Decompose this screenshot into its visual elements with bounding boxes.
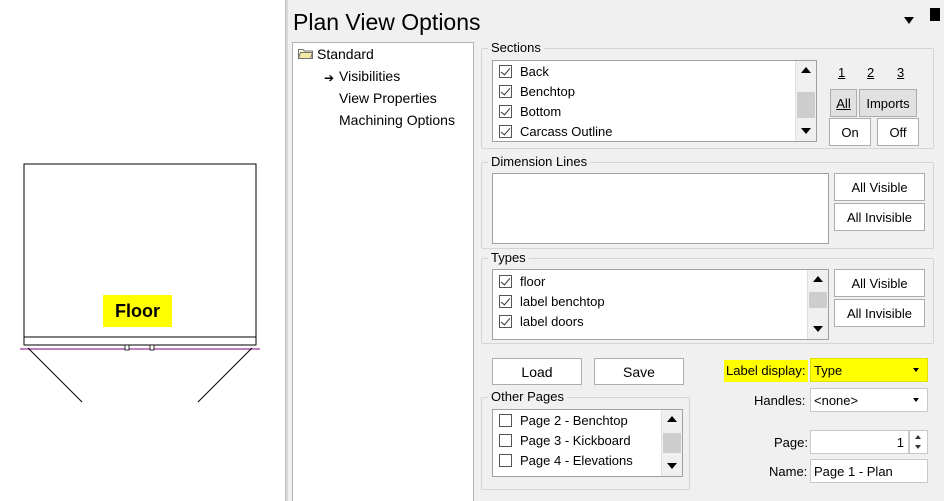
panel-menu-icon[interactable] xyxy=(904,17,914,24)
dimension-all-visible-button[interactable]: All Visible xyxy=(834,173,925,201)
spin-down-icon[interactable] xyxy=(915,445,921,449)
checkbox-label-doors[interactable] xyxy=(499,314,512,328)
scroll-thumb[interactable] xyxy=(809,292,827,308)
tree-item-visibilities[interactable]: Visibilities xyxy=(339,68,400,84)
label-display-select[interactable]: Type xyxy=(810,358,928,382)
tree-item-view-properties[interactable]: View Properties xyxy=(339,90,437,106)
all-button[interactable]: All xyxy=(830,89,857,117)
load-button[interactable]: Load xyxy=(492,358,582,385)
handles-value: <none> xyxy=(814,392,859,408)
checkbox-floor[interactable] xyxy=(499,274,512,288)
scroll-up-icon[interactable] xyxy=(808,270,828,290)
checkbox-page-3[interactable] xyxy=(499,433,512,447)
on-button[interactable]: On xyxy=(829,118,871,146)
list-item[interactable]: Page 3 - Kickboard xyxy=(499,430,631,450)
other-pages-scrollbar[interactable] xyxy=(661,410,682,476)
dimension-lines-group: Dimension Lines All Visible All Invisibl… xyxy=(481,154,934,249)
plan-view-options-panel: Plan View Options Standard ➔ Visibilitie… xyxy=(288,0,944,501)
types-group: Types floor label benchtop label doors A… xyxy=(481,250,934,344)
list-item-label: floor xyxy=(520,273,546,289)
panel-title: Plan View Options xyxy=(293,9,481,35)
list-item-label: label benchtop xyxy=(520,293,605,309)
types-scrollbar[interactable] xyxy=(807,270,828,339)
tree-item-machining-options[interactable]: Machining Options xyxy=(339,112,455,128)
spin-up-icon[interactable] xyxy=(915,435,921,439)
list-item-label: Page 3 - Kickboard xyxy=(520,432,631,448)
floor-label[interactable]: Floor xyxy=(103,295,172,327)
dimension-all-invisible-button[interactable]: All Invisible xyxy=(834,203,925,231)
label-display-label: Label display: xyxy=(724,360,808,382)
name-label: Name: xyxy=(769,464,808,479)
dimension-lines-title: Dimension Lines xyxy=(488,154,591,169)
cabinet-drawing xyxy=(20,163,260,403)
list-item[interactable]: floor xyxy=(499,271,545,291)
handles-label: Handles: xyxy=(754,393,806,408)
list-item-label: Page 4 - Elevations xyxy=(520,452,633,468)
list-item-label: Back xyxy=(520,63,549,79)
other-pages-group: Other Pages Page 2 - Benchtop Page 3 - K… xyxy=(481,389,690,490)
scroll-up-icon[interactable] xyxy=(662,410,682,430)
page-link-1[interactable]: 1 xyxy=(838,65,845,80)
scroll-up-icon[interactable] xyxy=(796,61,816,81)
sections-list[interactable]: Back Benchtop Bottom Carcass Outline xyxy=(492,60,817,142)
scroll-thumb[interactable] xyxy=(797,92,815,118)
sections-title: Sections xyxy=(488,40,544,55)
imports-button[interactable]: Imports xyxy=(859,89,917,117)
sections-group: Sections Back Benchtop Bottom Carcass Ou… xyxy=(481,40,934,149)
list-item[interactable]: Benchtop xyxy=(499,81,575,101)
save-button[interactable]: Save xyxy=(594,358,684,385)
scroll-down-icon[interactable] xyxy=(796,121,816,141)
label-display-value: Type xyxy=(814,362,843,378)
scroll-down-icon[interactable] xyxy=(662,456,682,476)
checkbox-carcass-outline[interactable] xyxy=(499,124,512,138)
arrow-right-icon: ➔ xyxy=(324,71,335,85)
off-button[interactable]: Off xyxy=(877,118,919,146)
page-spinner[interactable] xyxy=(909,430,928,454)
page-input[interactable]: 1 xyxy=(810,430,909,454)
list-item[interactable]: Bottom xyxy=(499,101,561,121)
list-item-label: Page 2 - Benchtop xyxy=(520,412,628,428)
options-tree: Standard ➔ Visibilities View Properties … xyxy=(292,42,474,501)
page-link-3[interactable]: 3 xyxy=(897,65,904,80)
list-item[interactable]: label benchtop xyxy=(499,291,605,311)
list-item[interactable]: Back xyxy=(499,61,549,81)
list-item-label: Benchtop xyxy=(520,83,575,99)
list-item[interactable]: label doors xyxy=(499,311,584,331)
page-label: Page: xyxy=(774,435,808,450)
list-item-label: label doors xyxy=(520,313,584,329)
list-item[interactable]: Carcass Outline xyxy=(499,121,612,141)
list-item[interactable]: Page 4 - Elevations xyxy=(499,450,633,470)
checkbox-page-4[interactable] xyxy=(499,453,512,467)
handles-select[interactable]: <none> xyxy=(810,388,928,412)
types-all-invisible-button[interactable]: All Invisible xyxy=(834,299,925,327)
panel-pin-icon[interactable] xyxy=(930,8,940,21)
name-value: Page 1 - Plan xyxy=(814,463,893,479)
types-title: Types xyxy=(488,250,529,265)
page-link-2[interactable]: 2 xyxy=(867,65,874,80)
checkbox-benchtop[interactable] xyxy=(499,84,512,98)
chevron-down-icon xyxy=(913,398,919,402)
tree-item-standard[interactable]: Standard xyxy=(317,46,374,62)
scroll-down-icon[interactable] xyxy=(808,319,828,339)
checkbox-label-benchtop[interactable] xyxy=(499,294,512,308)
other-pages-list[interactable]: Page 2 - Benchtop Page 3 - Kickboard Pag… xyxy=(492,409,683,477)
scroll-thumb[interactable] xyxy=(663,433,681,453)
chevron-down-icon xyxy=(913,368,919,372)
other-pages-title: Other Pages xyxy=(488,389,567,404)
name-input[interactable]: Page 1 - Plan xyxy=(810,459,928,483)
checkbox-page-2[interactable] xyxy=(499,413,512,427)
types-list[interactable]: floor label benchtop label doors xyxy=(492,269,829,340)
checkbox-bottom[interactable] xyxy=(499,104,512,118)
list-item[interactable]: Page 2 - Benchtop xyxy=(499,410,628,430)
drawing-canvas[interactable]: Floor xyxy=(0,0,285,501)
sections-scrollbar[interactable] xyxy=(795,61,816,141)
page-value: 1 xyxy=(896,434,904,450)
folder-icon xyxy=(298,49,313,59)
types-all-visible-button[interactable]: All Visible xyxy=(834,269,925,297)
list-item-label: Carcass Outline xyxy=(520,123,613,139)
dimension-lines-list[interactable] xyxy=(492,173,829,244)
list-item-label: Bottom xyxy=(520,103,562,119)
checkbox-back[interactable] xyxy=(499,64,512,78)
